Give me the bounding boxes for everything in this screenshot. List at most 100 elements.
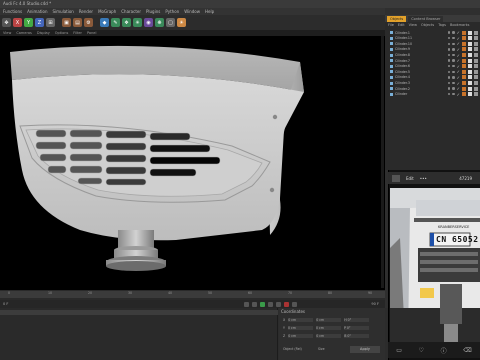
phong-tag-icon[interactable]: [462, 86, 466, 91]
material-manager[interactable]: [0, 308, 278, 360]
list-item[interactable]: Cilinder.2 ✓: [390, 86, 478, 91]
om-menu-bookmarks[interactable]: Bookmarks: [450, 22, 470, 28]
vp-menu-view[interactable]: View: [3, 30, 11, 36]
x-axis-icon[interactable]: X: [13, 18, 22, 27]
check-icon[interactable]: ✓: [457, 47, 460, 52]
info-icon[interactable]: ⓘ: [441, 346, 447, 355]
render-dot[interactable]: [452, 92, 455, 96]
pen-icon[interactable]: ✎: [111, 18, 120, 27]
phong-tag-icon[interactable]: [462, 69, 466, 74]
render-dot[interactable]: [452, 53, 455, 57]
phong-tag-icon[interactable]: [462, 30, 466, 35]
y-axis-icon[interactable]: Y: [24, 18, 33, 27]
material-tag-icon[interactable]: [468, 36, 472, 41]
size-field[interactable]: 0 cm: [316, 334, 342, 338]
visibility-dot[interactable]: [447, 76, 451, 79]
phong-tag-icon[interactable]: [462, 53, 466, 58]
size-field[interactable]: 0 cm: [315, 326, 341, 330]
material-tag-icon[interactable]: [468, 64, 472, 69]
cube-icon[interactable]: ◆: [100, 18, 109, 27]
render-dot[interactable]: [452, 42, 455, 46]
render-dot[interactable]: [452, 31, 455, 34]
phong-tag-icon[interactable]: [462, 92, 466, 97]
om-menu-edit[interactable]: Edit: [398, 22, 405, 28]
texture-tag-icon[interactable]: [474, 75, 478, 80]
visibility-dot[interactable]: [447, 81, 451, 85]
render-settings-icon[interactable]: ⚙: [84, 18, 93, 27]
check-icon[interactable]: ✓: [457, 86, 460, 91]
list-item[interactable]: Cilinder.10 ✓: [390, 41, 478, 46]
texture-tag-icon[interactable]: [474, 53, 478, 58]
check-icon[interactable]: ✓: [457, 81, 460, 86]
texture-tag-icon[interactable]: [474, 47, 478, 52]
rotation-field[interactable]: B 0°: [344, 334, 370, 338]
phong-tag-icon[interactable]: [462, 64, 466, 69]
subdivision-icon[interactable]: ❖: [122, 18, 131, 27]
prev-key-icon[interactable]: [251, 301, 257, 307]
texture-tag-icon[interactable]: [474, 86, 478, 91]
3d-viewport[interactable]: [0, 30, 385, 290]
rotation-field[interactable]: H 0°: [344, 318, 370, 322]
texture-tag-icon[interactable]: [474, 81, 478, 86]
visibility-dot[interactable]: [447, 36, 451, 40]
list-item[interactable]: Cilinder.9 ✓: [390, 47, 478, 52]
apply-button[interactable]: Apply: [350, 346, 380, 353]
menu-window[interactable]: Window: [184, 8, 200, 15]
rotation-field[interactable]: P 0°: [343, 326, 369, 330]
list-item[interactable]: Cilinder.6 ✓: [390, 64, 478, 69]
material-tag-icon[interactable]: [468, 58, 472, 63]
om-menu-view[interactable]: View: [409, 22, 417, 28]
list-item[interactable]: Cilinder.4 ✓: [390, 75, 478, 80]
visibility-dot[interactable]: [447, 70, 451, 74]
visibility-dot[interactable]: [447, 48, 451, 51]
material-tag-icon[interactable]: [468, 92, 472, 97]
render-dot[interactable]: [452, 48, 455, 51]
phong-tag-icon[interactable]: [462, 58, 466, 63]
check-icon[interactable]: ✓: [457, 69, 460, 74]
check-icon[interactable]: ✓: [457, 92, 460, 97]
phong-tag-icon[interactable]: [462, 75, 466, 80]
vp-menu-filter[interactable]: Filter: [73, 30, 82, 36]
scene-icon[interactable]: ❋: [155, 18, 164, 27]
material-tag-icon[interactable]: [468, 41, 472, 46]
start-frame[interactable]: 0 F: [3, 302, 8, 306]
size-field[interactable]: 0 cm: [316, 318, 342, 322]
list-item[interactable]: Cilinder.3 ✓: [390, 80, 478, 86]
om-menu-file[interactable]: File: [388, 22, 394, 28]
first-frame-icon[interactable]: [243, 301, 249, 307]
list-item[interactable]: Cilinder.7 ✓: [390, 58, 478, 63]
menu-render[interactable]: Render: [79, 8, 93, 15]
trash-icon[interactable]: ⌫: [463, 347, 471, 354]
camera-icon[interactable]: ▢: [166, 18, 175, 27]
record-icon[interactable]: [283, 301, 289, 307]
phong-tag-icon[interactable]: [462, 41, 466, 46]
position-field[interactable]: 0 cm: [288, 318, 314, 322]
texture-tag-icon[interactable]: [474, 92, 478, 97]
texture-tag-icon[interactable]: [474, 41, 478, 46]
visibility-dot[interactable]: [447, 31, 451, 34]
texture-tag-icon[interactable]: [474, 64, 478, 69]
gallery-icon[interactable]: [392, 174, 400, 182]
menu-python[interactable]: Python: [165, 8, 179, 15]
menu-character[interactable]: Character: [121, 8, 141, 15]
position-field[interactable]: 0 cm: [288, 334, 314, 338]
material-tag-icon[interactable]: [468, 75, 472, 80]
light-icon[interactable]: ☀: [177, 18, 186, 27]
render-dot[interactable]: [452, 87, 455, 90]
phong-tag-icon[interactable]: [462, 47, 466, 52]
material-tag-icon[interactable]: [468, 81, 472, 86]
play-icon[interactable]: [259, 301, 265, 307]
material-tag-icon[interactable]: [468, 86, 472, 91]
visibility-dot[interactable]: [447, 59, 451, 62]
texture-tag-icon[interactable]: [474, 30, 478, 35]
texture-tag-icon[interactable]: [474, 58, 478, 63]
keyframe-icon[interactable]: [291, 301, 297, 307]
vp-menu-panel[interactable]: Panel: [87, 30, 96, 36]
vp-menu-options[interactable]: Options: [55, 30, 69, 36]
vp-menu-display[interactable]: Display: [37, 30, 50, 36]
render-dot[interactable]: [452, 64, 455, 68]
material-tag-icon[interactable]: [468, 53, 472, 58]
coord-size-mode[interactable]: Size: [318, 347, 325, 351]
next-key-icon[interactable]: [267, 301, 273, 307]
vp-menu-cameras[interactable]: Cameras: [16, 30, 32, 36]
